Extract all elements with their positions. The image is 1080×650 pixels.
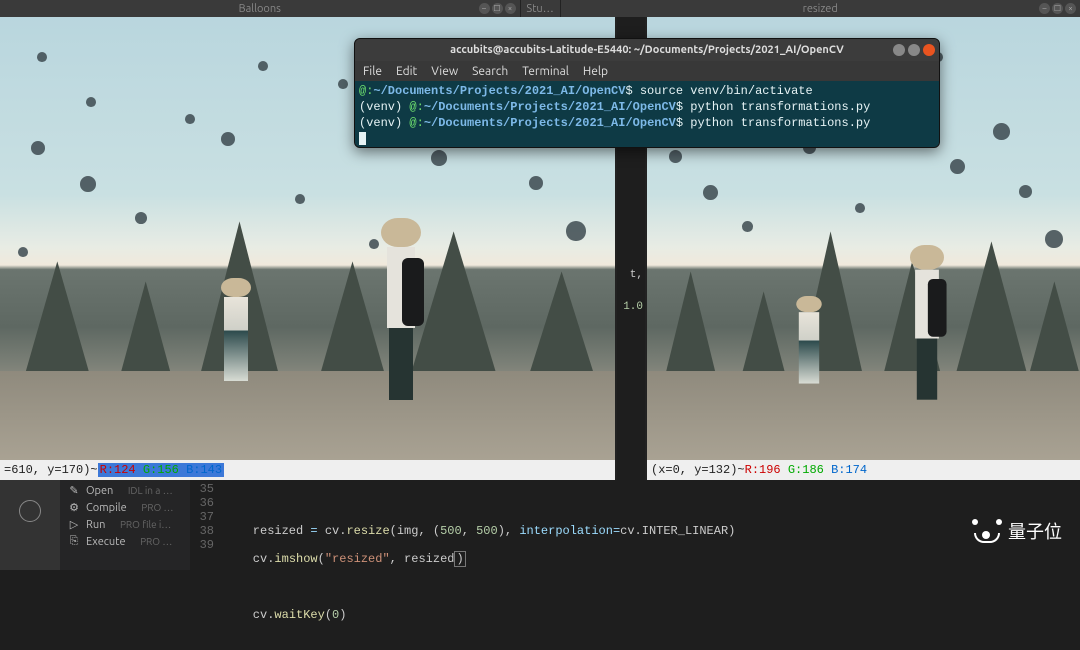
person-man [381,218,421,398]
menu-view[interactable]: View [431,65,458,78]
close-icon[interactable]: × [505,3,516,14]
minimize-icon[interactable] [893,44,905,56]
play-icon: ▷ [68,518,80,531]
terminal-titlebar[interactable]: accubits@accubits-Latitude-E5440: ~/Docu… [355,39,939,61]
person-woman [221,278,251,398]
terminal-title: accubits@accubits-Latitude-E5440: ~/Docu… [450,44,844,56]
cmd-open[interactable]: ✎Open IDL in a … [60,482,190,499]
window-title: Stu… [526,3,553,15]
gear-icon: ⚙ [68,501,80,514]
sidebar-commands: ✎Open IDL in a … ⚙Compile PRO … ▷Run PRO… [60,480,190,570]
minimize-icon[interactable]: – [479,3,490,14]
cmd-run[interactable]: ▷Run PRO file i… [60,516,190,533]
account-icon[interactable] [19,500,41,522]
status-bar-left: =610, y=170) ~ R:124 G:156 B:143 [0,460,617,480]
menu-file[interactable]: File [363,65,382,78]
code-editor: ✎Open IDL in a … ⚙Compile PRO … ▷Run PRO… [0,480,1080,570]
execute-icon: ⎘ [68,535,80,548]
menu-search[interactable]: Search [472,65,508,78]
minimize-icon[interactable]: – [1039,3,1050,14]
window-titlebar-balloons[interactable]: Balloons – ☐ × [0,0,521,17]
close-icon[interactable] [923,44,935,56]
cmd-execute[interactable]: ⎘Execute PRO … [60,533,190,550]
terminal-body[interactable]: @:~/Documents/Projects/2021_AI/OpenCV$ s… [355,81,939,148]
window-titlebar-resized[interactable]: resized – ☐ × [561,0,1080,17]
window-title: resized [803,3,838,15]
menu-edit[interactable]: Edit [396,65,417,78]
menu-terminal[interactable]: Terminal [522,65,569,78]
open-icon: ✎ [68,484,80,497]
terminal-cursor [359,132,366,145]
window-titlebar-mid[interactable]: Stu… [521,0,561,17]
window-title: Balloons [239,3,281,15]
watermark-icon [972,519,1002,543]
watermark: 量子位 [972,518,1062,544]
close-icon[interactable]: × [1065,3,1076,14]
maximize-icon[interactable] [908,44,920,56]
code-area[interactable]: resized = cv.resize(img, (500, 500), int… [220,480,1080,570]
line-gutter: 35 36 37 38 39 [190,480,220,570]
person-man [910,245,944,398]
terminal-menubar: File Edit View Search Terminal Help [355,61,939,81]
watermark-text: 量子位 [1008,518,1062,544]
person-woman [796,296,822,398]
terminal-window[interactable]: accubits@accubits-Latitude-E5440: ~/Docu… [354,38,940,148]
cmd-compile[interactable]: ⚙Compile PRO … [60,499,190,516]
maximize-icon[interactable]: ☐ [1052,3,1063,14]
status-bar-right: (x=0, y=132) ~ R:196 G:186 B:174 [647,460,1080,480]
maximize-icon[interactable]: ☐ [492,3,503,14]
activity-bar[interactable] [0,480,60,570]
menu-help[interactable]: Help [583,65,608,78]
